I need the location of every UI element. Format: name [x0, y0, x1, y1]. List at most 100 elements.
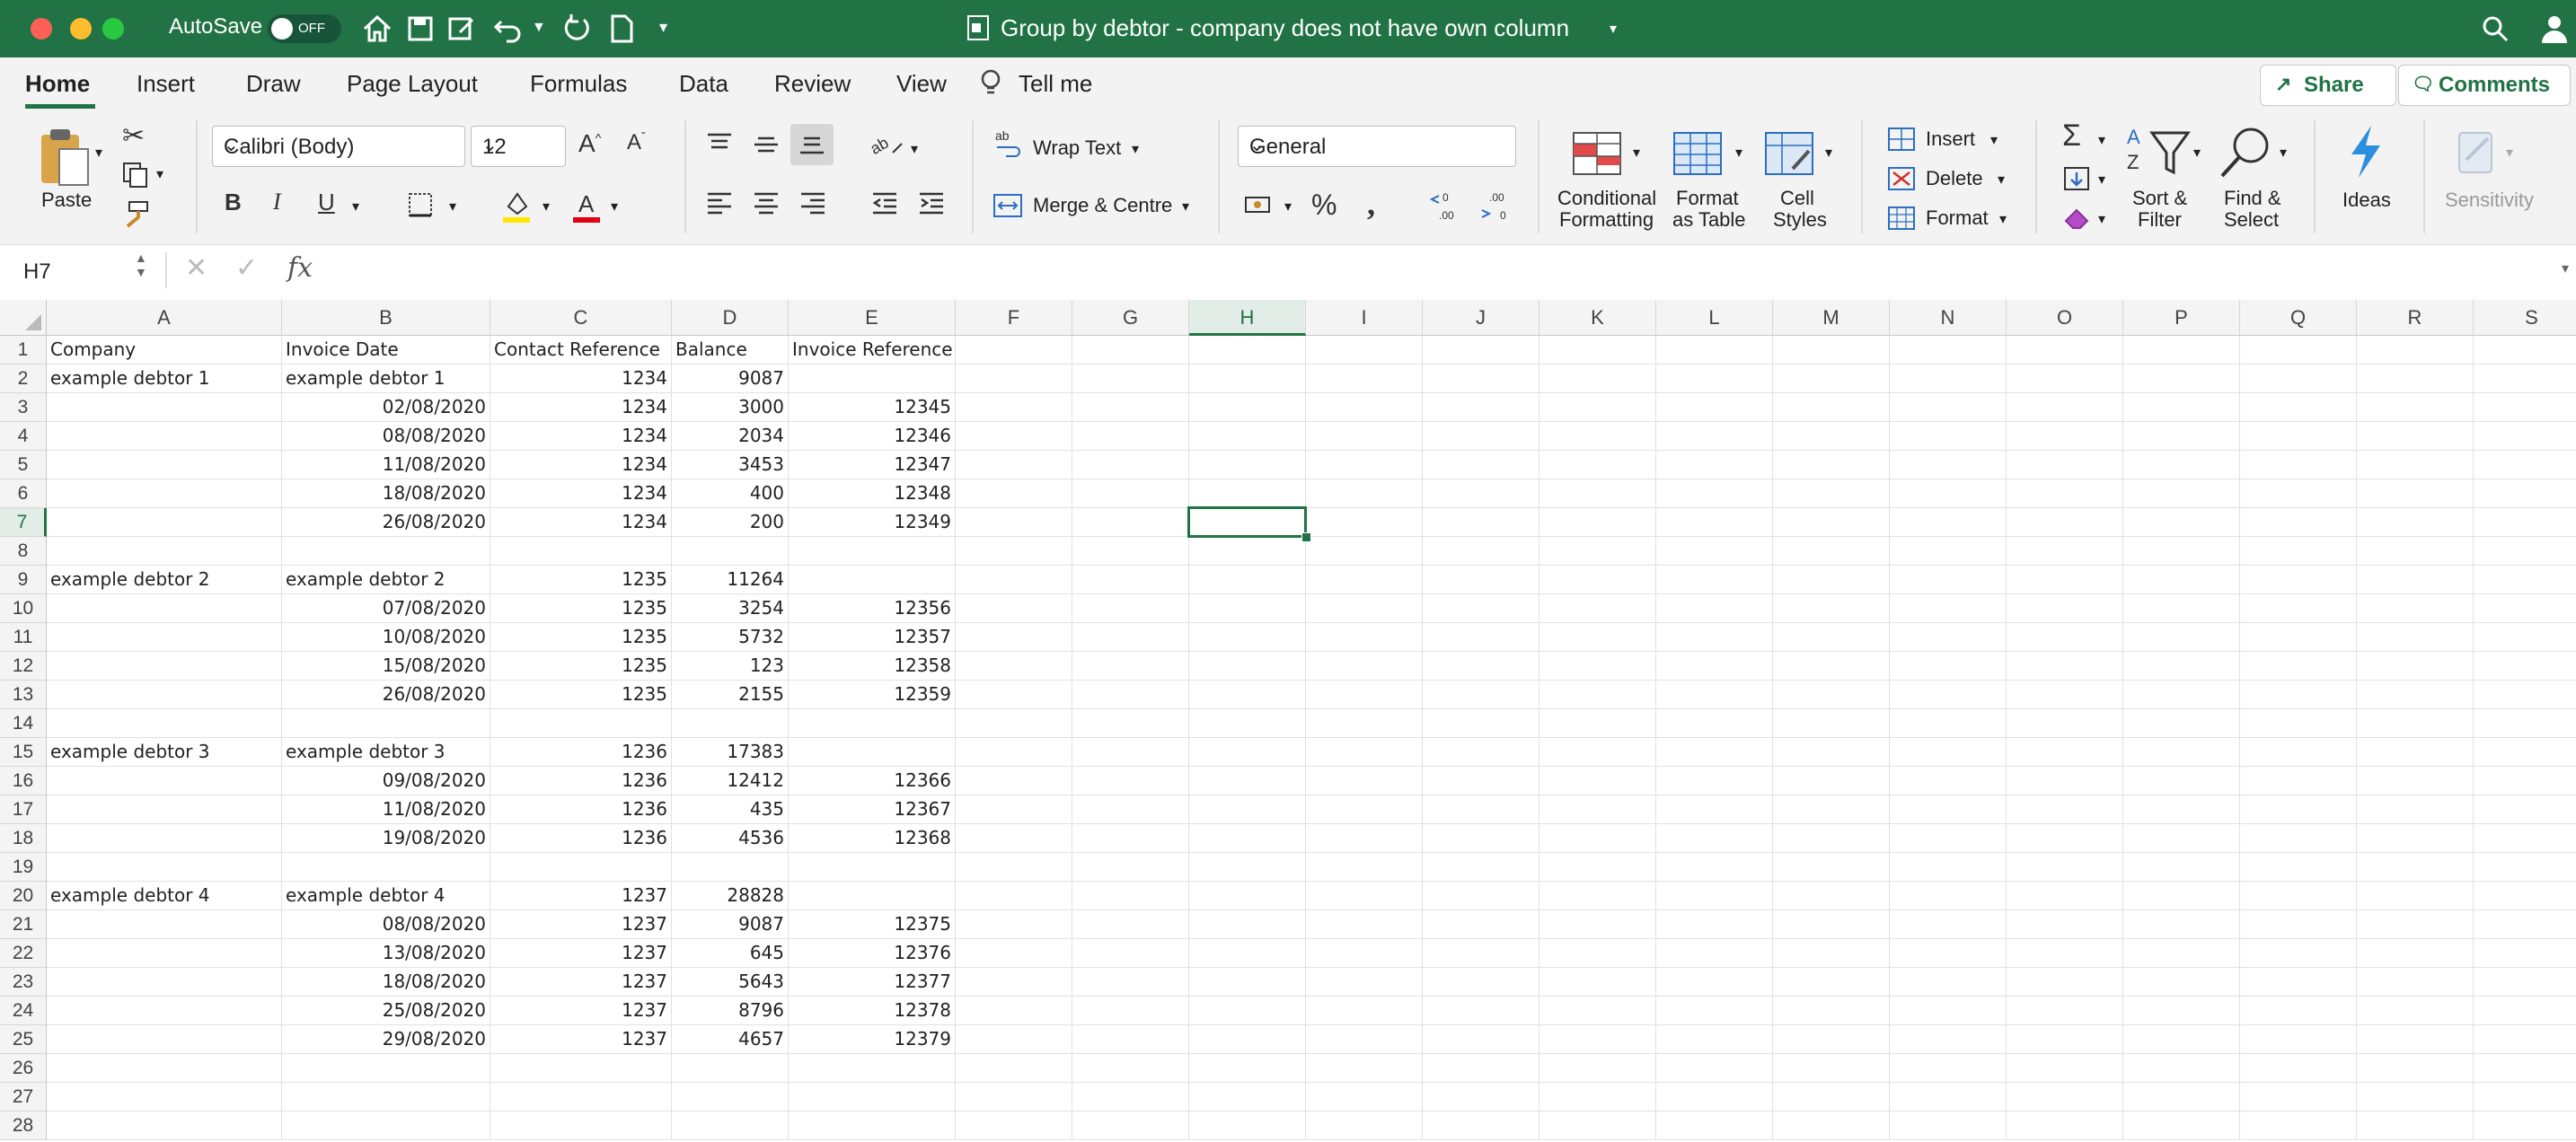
cell-h10[interactable]	[1189, 594, 1306, 623]
cell-b17[interactable]: 11/08/2020	[282, 795, 490, 824]
cell-q25[interactable]	[2240, 1025, 2357, 1054]
cell-l14[interactable]	[1656, 709, 1773, 738]
cell-d1[interactable]: Balance	[672, 336, 789, 365]
cell-q26[interactable]	[2240, 1054, 2357, 1083]
cell-c6[interactable]: 1234	[490, 479, 672, 508]
cell-q9[interactable]	[2240, 566, 2357, 594]
cell-d11[interactable]: 5732	[672, 623, 789, 652]
cell-m15[interactable]	[1773, 738, 1890, 767]
cell-k22[interactable]	[1539, 939, 1656, 968]
cell-b16[interactable]: 09/08/2020	[282, 767, 490, 795]
increase-indent-icon[interactable]	[916, 189, 947, 219]
cell-q4[interactable]	[2240, 422, 2357, 451]
cell-c10[interactable]: 1235	[490, 594, 672, 623]
cell-c21[interactable]: 1237	[490, 910, 672, 939]
row-header-12[interactable]: 12	[0, 652, 47, 681]
cell-q5[interactable]	[2240, 451, 2357, 479]
cell-b9[interactable]: example debtor 2	[282, 566, 490, 594]
cell-o6[interactable]	[2007, 479, 2123, 508]
cell-e2[interactable]	[789, 365, 956, 393]
cell-g3[interactable]	[1072, 393, 1189, 422]
row-header-1[interactable]: 1	[0, 336, 47, 365]
cell-r17[interactable]	[2357, 795, 2474, 824]
fill-dropdown-icon[interactable]: ▾	[2098, 171, 2105, 189]
cell-d4[interactable]: 2034	[672, 422, 789, 451]
cell-r4[interactable]	[2357, 422, 2474, 451]
cell-j22[interactable]	[1423, 939, 1539, 968]
format-cells-icon[interactable]	[1886, 205, 1917, 232]
cell-j25[interactable]	[1423, 1025, 1539, 1054]
cell-e21[interactable]: 12375	[789, 910, 956, 939]
row-header-4[interactable]: 4	[0, 422, 47, 451]
cell-s7[interactable]	[2474, 508, 2576, 537]
cell-m23[interactable]	[1773, 968, 1890, 997]
cell-l6[interactable]	[1656, 479, 1773, 508]
cell-j13[interactable]	[1423, 681, 1539, 709]
cell-k20[interactable]	[1539, 882, 1656, 910]
cell-k13[interactable]	[1539, 681, 1656, 709]
underline-icon[interactable]: U	[318, 189, 335, 216]
cell-f18[interactable]	[956, 824, 1072, 853]
cell-h9[interactable]	[1189, 566, 1306, 594]
cell-o27[interactable]	[2007, 1083, 2123, 1111]
cell-d22[interactable]: 645	[672, 939, 789, 968]
cell-g11[interactable]	[1072, 623, 1189, 652]
cell-d13[interactable]: 2155	[672, 681, 789, 709]
cell-i7[interactable]	[1306, 508, 1423, 537]
align-bottom-button[interactable]	[790, 124, 834, 165]
cell-p16[interactable]	[2123, 767, 2240, 795]
column-header-l[interactable]: L	[1656, 300, 1773, 336]
cell-c13[interactable]: 1235	[490, 681, 672, 709]
cell-d15[interactable]: 17383	[672, 738, 789, 767]
increase-decimal-icon[interactable]: 0.00	[1430, 189, 1466, 223]
cell-n3[interactable]	[1890, 393, 2007, 422]
column-header-r[interactable]: R	[2357, 300, 2474, 336]
undo-icon[interactable]	[490, 11, 526, 47]
column-header-m[interactable]: M	[1773, 300, 1890, 336]
row-header-10[interactable]: 10	[0, 594, 47, 623]
cell-h26[interactable]	[1189, 1054, 1306, 1083]
cell-i21[interactable]	[1306, 910, 1423, 939]
cell-o21[interactable]	[2007, 910, 2123, 939]
comma-style-icon[interactable]: ,	[1367, 185, 1375, 223]
cell-p26[interactable]	[2123, 1054, 2240, 1083]
cell-c26[interactable]	[490, 1054, 672, 1083]
cell-k11[interactable]	[1539, 623, 1656, 652]
cell-a16[interactable]	[47, 767, 282, 795]
cell-j6[interactable]	[1423, 479, 1539, 508]
cell-p22[interactable]	[2123, 939, 2240, 968]
cell-h24[interactable]	[1189, 997, 1306, 1025]
close-window-button[interactable]	[31, 18, 52, 40]
cell-n22[interactable]	[1890, 939, 2007, 968]
cell-d5[interactable]: 3453	[672, 451, 789, 479]
cell-p4[interactable]	[2123, 422, 2240, 451]
cell-n15[interactable]	[1890, 738, 2007, 767]
column-header-g[interactable]: G	[1072, 300, 1189, 336]
cell-c3[interactable]: 1234	[490, 393, 672, 422]
orientation-dropdown-icon[interactable]: ▾	[911, 140, 918, 158]
cell-g2[interactable]	[1072, 365, 1189, 393]
cell-l5[interactable]	[1656, 451, 1773, 479]
cell-h5[interactable]	[1189, 451, 1306, 479]
cell-s24[interactable]	[2474, 997, 2576, 1025]
cell-p1[interactable]	[2123, 336, 2240, 365]
cell-l4[interactable]	[1656, 422, 1773, 451]
cell-d16[interactable]: 12412	[672, 767, 789, 795]
cell-p15[interactable]	[2123, 738, 2240, 767]
cell-h4[interactable]	[1189, 422, 1306, 451]
cell-i25[interactable]	[1306, 1025, 1423, 1054]
cell-p25[interactable]	[2123, 1025, 2240, 1054]
cell-e28[interactable]	[789, 1111, 956, 1140]
cell-h14[interactable]	[1189, 709, 1306, 738]
cell-n14[interactable]	[1890, 709, 2007, 738]
cell-l8[interactable]	[1656, 537, 1773, 566]
find-select-icon[interactable]	[2215, 124, 2278, 183]
cell-j2[interactable]	[1423, 365, 1539, 393]
cell-f5[interactable]	[956, 451, 1072, 479]
formula-input[interactable]	[332, 249, 2560, 292]
row-header-25[interactable]: 25	[0, 1025, 47, 1054]
cell-r5[interactable]	[2357, 451, 2474, 479]
cell-c12[interactable]: 1235	[490, 652, 672, 681]
row-header-8[interactable]: 8	[0, 537, 47, 566]
cell-l19[interactable]	[1656, 853, 1773, 882]
